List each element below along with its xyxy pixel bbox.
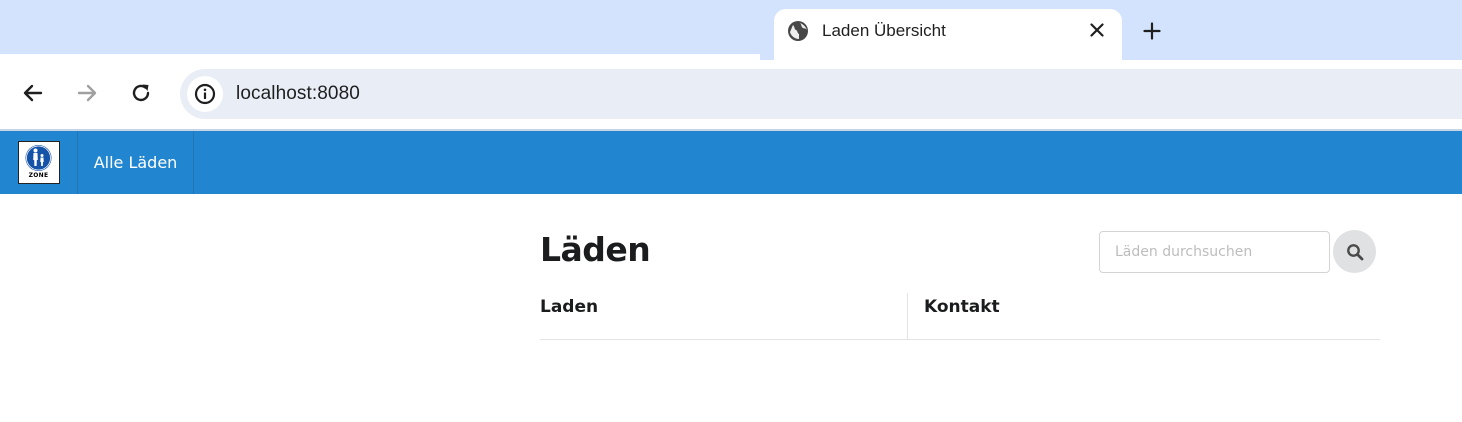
forward-arrow-icon[interactable] <box>73 79 101 107</box>
close-icon[interactable] <box>1086 19 1108 41</box>
search-button[interactable] <box>1333 230 1376 273</box>
column-header-kontakt[interactable]: Kontakt <box>907 293 1380 339</box>
browser-toolbar: localhost:8080 <box>0 60 1462 130</box>
nav-item-alle-laeden[interactable]: Alle Läden <box>78 131 194 194</box>
plus-icon[interactable] <box>1140 19 1164 43</box>
nav-logo-item[interactable]: ZONE <box>0 131 78 194</box>
column-header-laden[interactable]: Laden <box>540 293 907 339</box>
url-text[interactable]: localhost:8080 <box>236 83 360 105</box>
app-navbar: ZONE Alle Läden <box>0 131 1462 194</box>
tab-title: Laden Übersicht <box>822 21 946 40</box>
search-input[interactable] <box>1099 231 1330 273</box>
browser-tabstrip: Laden Übersicht <box>0 0 1462 69</box>
pedestrian-zone-sign-logo: ZONE <box>18 141 60 184</box>
logo-zone-text: ZONE <box>28 172 49 179</box>
page-title: Läden <box>540 230 651 269</box>
globe-icon <box>787 20 809 42</box>
address-bar[interactable]: localhost:8080 <box>180 69 1462 119</box>
search-icon <box>1346 243 1364 261</box>
reload-icon[interactable] <box>127 79 155 107</box>
info-icon[interactable] <box>187 76 223 112</box>
table-header-row: Laden Kontakt <box>540 293 1380 340</box>
back-arrow-icon[interactable] <box>19 79 47 107</box>
